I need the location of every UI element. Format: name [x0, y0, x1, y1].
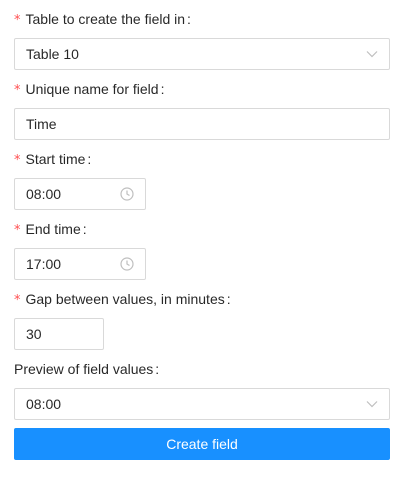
- gap-label: * Gap between values, in minutes:: [14, 289, 231, 309]
- clock-icon: [120, 187, 134, 201]
- field-name-value: Time: [26, 116, 57, 132]
- gap-minutes-input[interactable]: 30: [14, 318, 104, 350]
- end-time-picker[interactable]: 17:00: [14, 248, 146, 280]
- end-time-label-text: End time: [25, 221, 81, 237]
- gap-label-text: Gap between values, in minutes: [25, 291, 225, 307]
- end-time-value: 17:00: [26, 256, 62, 272]
- preview-select[interactable]: 08:00: [14, 388, 390, 420]
- start-time-picker[interactable]: 08:00: [14, 178, 146, 210]
- chevron-down-icon: [366, 51, 378, 58]
- required-mark: *: [14, 223, 21, 238]
- label-colon: :: [160, 81, 165, 97]
- field-name-label-text: Unique name for field: [25, 81, 159, 97]
- preview-label: Preview of field values:: [14, 359, 159, 379]
- label-colon: :: [82, 221, 87, 237]
- start-time-label: * Start time:: [14, 149, 91, 169]
- table-select-value: Table 10: [26, 46, 79, 62]
- start-time-value: 08:00: [26, 186, 62, 202]
- chevron-down-icon: [366, 401, 378, 408]
- label-colon: :: [87, 151, 92, 167]
- required-mark: *: [14, 153, 21, 168]
- end-time-label: * End time:: [14, 219, 87, 239]
- table-label: * Table to create the field in:: [14, 9, 191, 29]
- field-name-input[interactable]: Time: [14, 108, 390, 140]
- table-select[interactable]: Table 10: [14, 38, 390, 70]
- required-mark: *: [14, 13, 21, 28]
- label-colon: :: [155, 361, 160, 377]
- preview-select-value: 08:00: [26, 396, 62, 412]
- gap-minutes-value: 30: [26, 326, 42, 342]
- label-colon: :: [226, 291, 231, 307]
- preview-label-text: Preview of field values: [14, 361, 154, 377]
- field-name-label: * Unique name for field:: [14, 79, 164, 99]
- label-colon: :: [187, 11, 191, 27]
- create-field-button[interactable]: Create field: [14, 428, 390, 460]
- clock-icon: [120, 257, 134, 271]
- table-label-text: Table to create the field in: [25, 11, 186, 27]
- required-mark: *: [14, 293, 21, 308]
- start-time-label-text: Start time: [25, 151, 86, 167]
- required-mark: *: [14, 83, 21, 98]
